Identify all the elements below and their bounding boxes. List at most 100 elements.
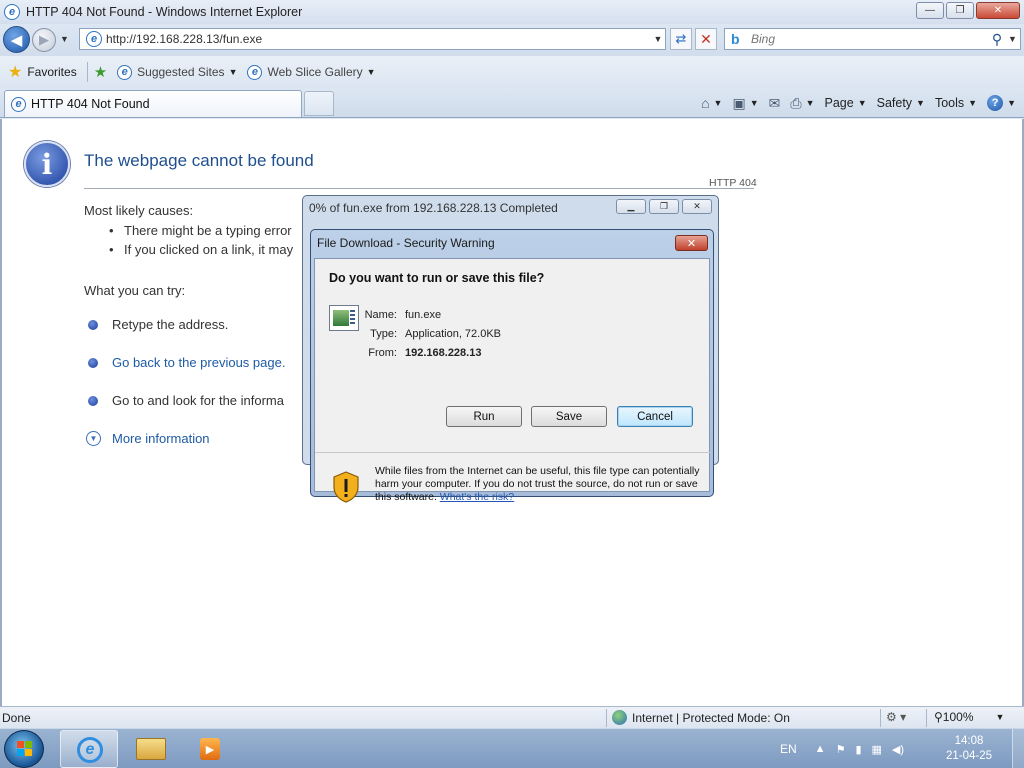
search-dropdown-icon[interactable]: ▼: [1008, 34, 1020, 44]
whats-the-risk-link[interactable]: What's the risk?: [440, 491, 514, 503]
file-download-dialog: File Download - Security Warning ✕ Do yo…: [310, 229, 714, 503]
show-hidden-icons-icon[interactable]: ▲: [815, 743, 826, 755]
new-tab-button[interactable]: [304, 91, 334, 116]
search-input[interactable]: [751, 32, 986, 46]
type-value: Application, 72.0KB: [405, 328, 502, 340]
dialog-close-button[interactable]: ✕: [675, 235, 708, 251]
progress-close-button[interactable]: ✕: [682, 199, 712, 214]
chevron-down-icon: ▼: [228, 67, 238, 77]
forward-button[interactable]: ▶: [32, 28, 56, 52]
protection-icon[interactable]: ⚙ ▾: [886, 710, 906, 724]
zoom-icon: ⚲: [934, 710, 943, 724]
zoom-control[interactable]: ⚲ 100% ▼: [934, 710, 1004, 724]
add-to-favorites-bar-icon[interactable]: ★: [94, 63, 107, 81]
status-text: Done: [2, 710, 31, 725]
status-bar: Done Internet | Protected Mode: On ⚙ ▾ ⚲…: [0, 706, 1024, 728]
download-progress-title: 0% of fun.exe from 192.168.228.13 Comple…: [309, 201, 558, 215]
home-button[interactable]: ⌂ ▼: [701, 95, 722, 111]
divider: [84, 188, 754, 189]
chevron-down-icon: ▼: [805, 98, 815, 108]
language-indicator[interactable]: EN: [780, 742, 797, 756]
type-label: Type:: [370, 328, 397, 340]
chevron-down-icon: ▼: [995, 712, 1005, 722]
action-center-icon[interactable]: ⚑: [836, 743, 846, 756]
progress-maximize-button[interactable]: ❐: [649, 199, 679, 214]
cancel-button[interactable]: Cancel: [617, 406, 693, 427]
navigation-bar: ◀ ▶ ▼ e ▼ ⇄ ✕ b ⚲ ▼: [0, 24, 1024, 56]
show-desktop-button[interactable]: [1012, 729, 1024, 768]
minimize-button[interactable]: —: [916, 2, 944, 19]
progress-window-controls: ▁ ❐ ✕: [613, 199, 712, 214]
page-icon: e: [86, 31, 102, 47]
address-bar[interactable]: e ▼: [79, 28, 666, 50]
tab-http-404[interactable]: e HTTP 404 Not Found: [4, 90, 302, 117]
address-dropdown-icon[interactable]: ▼: [651, 34, 665, 44]
causes-heading: Most likely causes:: [84, 203, 194, 218]
internet-explorer-icon: e: [77, 737, 103, 763]
printer-icon: ⎙: [790, 94, 802, 111]
window-controls: — ❐ ✕: [914, 2, 1020, 19]
rss-feed-icon: ▣: [732, 94, 746, 111]
suggested-sites-link[interactable]: e Suggested Sites ▼: [117, 64, 238, 80]
dialog-body: Do you want to run or save this file? Na…: [314, 258, 711, 503]
file-name-row: Name: fun.exe: [345, 309, 442, 321]
safety-menu-label: Safety: [876, 96, 913, 110]
taskbar-media-player[interactable]: ▶: [194, 730, 228, 768]
home-icon: ⌂: [701, 95, 710, 111]
network-icon[interactable]: ▦: [872, 743, 882, 756]
go-back-link[interactable]: Go back to the previous page.: [88, 355, 285, 370]
taskbar-windows-explorer[interactable]: [122, 730, 180, 768]
close-button[interactable]: ✕: [976, 2, 1020, 19]
system-tray: EN ▲ ⚑ ▮ ▦ ◀): [780, 729, 914, 768]
page-menu[interactable]: Page ▼: [824, 96, 866, 110]
folder-icon: [136, 738, 166, 760]
back-button[interactable]: ◀: [3, 26, 30, 53]
chevron-down-icon: ▼: [749, 98, 759, 108]
cause-item: There might be a typing error: [109, 223, 292, 238]
tools-menu[interactable]: Tools ▼: [935, 96, 977, 110]
progress-minimize-button[interactable]: ▁: [616, 199, 646, 214]
divider: [606, 709, 607, 727]
info-icon: i: [24, 141, 70, 187]
bing-icon: b: [731, 31, 740, 47]
go-back-label: Go back to the previous page.: [112, 355, 286, 370]
help-button[interactable]: ? ▼: [987, 95, 1016, 111]
search-box[interactable]: b ⚲ ▼: [724, 28, 1021, 50]
chevron-down-icon: ▼: [713, 98, 723, 108]
favorites-star-icon: ★: [8, 64, 23, 81]
save-button[interactable]: Save: [531, 406, 607, 427]
taskbar-internet-explorer[interactable]: e: [60, 730, 118, 768]
print-button[interactable]: ⎙ ▼: [790, 95, 814, 112]
favorites-label: Favorites: [27, 65, 77, 79]
security-zone[interactable]: Internet | Protected Mode: On: [612, 710, 790, 725]
window-title-bar: e HTTP 404 Not Found - Windows Internet …: [0, 0, 1024, 24]
battery-icon[interactable]: ▮: [855, 743, 861, 756]
web-slice-gallery-link[interactable]: e Web Slice Gallery ▼: [247, 64, 376, 80]
ie-logo-icon: e: [4, 4, 20, 20]
search-icon[interactable]: ⚲: [986, 31, 1008, 48]
start-button[interactable]: [4, 730, 44, 768]
bullet-icon: [88, 395, 98, 406]
more-information-link[interactable]: ▼ More information: [86, 431, 210, 446]
try-item-label: Go to and look for the informa: [112, 393, 284, 408]
favorites-button[interactable]: ★ Favorites: [8, 62, 77, 82]
feeds-button[interactable]: ▣ ▼: [732, 95, 758, 112]
safety-menu[interactable]: Safety ▼: [877, 96, 925, 110]
refresh-button[interactable]: ⇄: [670, 28, 692, 50]
divider: [86, 62, 88, 82]
read-mail-button[interactable]: ✉: [769, 95, 781, 112]
stop-button[interactable]: ✕: [695, 28, 717, 50]
dialog-question: Do you want to run or save this file?: [329, 271, 545, 285]
run-button[interactable]: Run: [446, 406, 522, 427]
warning-area: While files from the Internet can be use…: [315, 453, 711, 503]
web-slice-gallery-label: Web Slice Gallery: [267, 65, 363, 79]
maximize-button[interactable]: ❐: [946, 2, 974, 19]
tab-label: HTTP 404 Not Found: [31, 97, 150, 111]
address-input[interactable]: [106, 32, 651, 46]
chevron-down-icon: ▼: [366, 67, 376, 77]
clock[interactable]: 14:08 21-04-25: [946, 734, 992, 764]
expand-chevron-icon: ▼: [86, 431, 101, 446]
taskbar: e ▶ EN ▲ ⚑ ▮ ▦ ◀) 14:08 21-04-25: [0, 728, 1024, 768]
volume-icon[interactable]: ◀): [892, 743, 904, 756]
recent-pages-dropdown-icon[interactable]: ▼: [60, 34, 69, 44]
